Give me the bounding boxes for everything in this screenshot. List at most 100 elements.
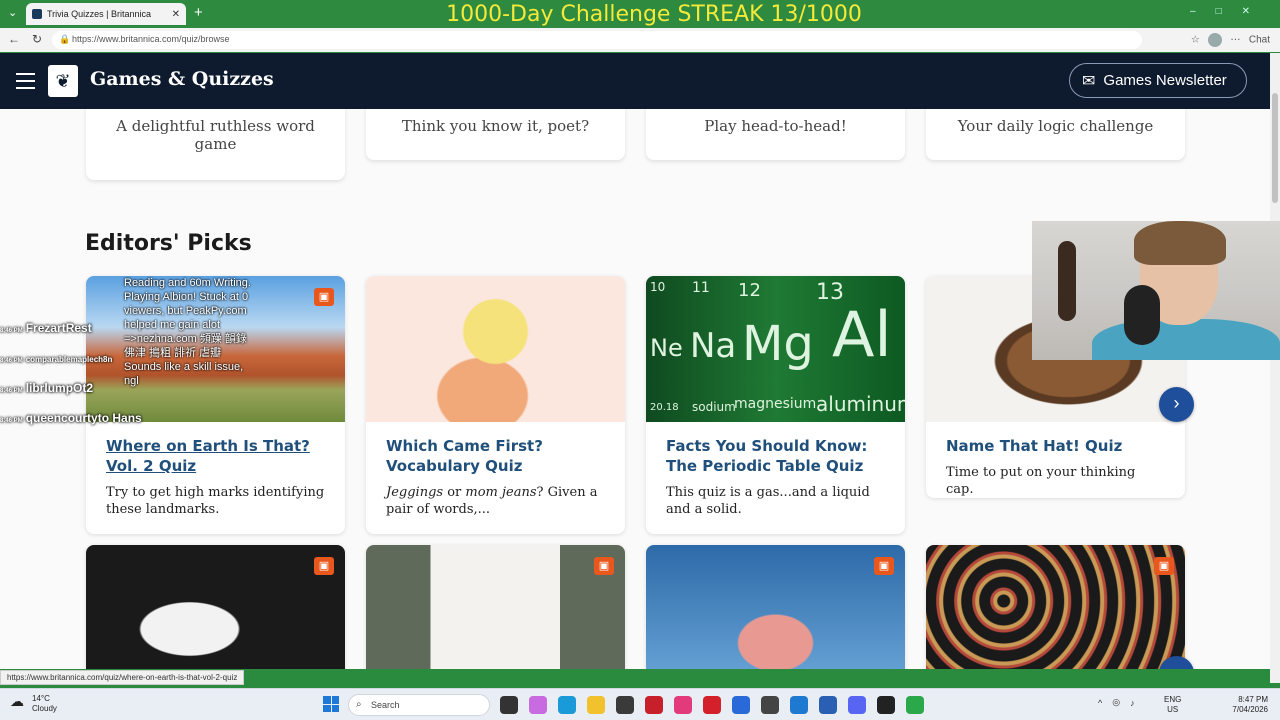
chevron-up-icon[interactable]: ^	[1098, 698, 1102, 708]
system-tray[interactable]: ^ ◎ ♪	[1098, 697, 1135, 708]
url-text: https://www.britannica.com/quiz/browse	[72, 34, 230, 44]
card-description: Jeggings or mom jeans? Given a pair of w…	[366, 476, 625, 532]
app-icon[interactable]	[761, 696, 779, 714]
card-description: Time to put on your thinking cap.	[946, 465, 1136, 497]
chat-message: 8:46 PM queencourtyto Hans	[0, 411, 142, 425]
image-icon: ▣	[874, 557, 894, 575]
element-symbol: Na	[690, 326, 737, 366]
copilot-icon[interactable]	[529, 696, 547, 714]
guitar-shape	[1058, 241, 1076, 321]
quiz-card[interactable]: ▣	[366, 545, 625, 669]
taskbar-search[interactable]: ⌕ Search	[348, 694, 490, 716]
top-card[interactable]: A delightful ruthless word game	[86, 109, 345, 180]
network-icon[interactable]: ◎	[1112, 697, 1120, 708]
language-indicator[interactable]: ENG US	[1164, 695, 1181, 715]
menu-dots-icon[interactable]: ⋯	[1231, 35, 1241, 46]
edge-icon[interactable]	[558, 696, 576, 714]
obs-icon[interactable]	[877, 696, 895, 714]
desc-italic-2: mom jeans	[465, 485, 537, 500]
person-shirt	[1092, 319, 1280, 360]
mcafee-icon[interactable]	[645, 696, 663, 714]
back-icon[interactable]: ←	[8, 32, 20, 46]
app-icon[interactable]	[790, 696, 808, 714]
chick-egg-image	[366, 276, 625, 422]
element-name: sodium	[692, 400, 736, 414]
card-title[interactable]: Which Came First? Vocabulary Quiz	[366, 422, 625, 476]
status-url-tooltip: https://www.britannica.com/quiz/where-on…	[0, 670, 245, 685]
card-title[interactable]: Facts You Should Know: The Periodic Tabl…	[646, 422, 905, 476]
quiz-card[interactable]: ▣	[646, 545, 905, 669]
site-title[interactable]: Games & Quizzes	[90, 68, 274, 90]
app-icon[interactable]	[906, 696, 924, 714]
outlook-icon[interactable]	[732, 696, 750, 714]
shuttlecock-image: ▣	[86, 545, 345, 669]
desc-italic-1: Jeggings	[386, 485, 444, 500]
windows-start-icon[interactable]	[323, 696, 339, 712]
image-icon: ▣	[594, 557, 614, 575]
quiz-card[interactable]: ▣	[926, 545, 1185, 669]
clock-time: 8:47 PM	[1238, 695, 1268, 704]
task-view-icon[interactable]	[500, 696, 518, 714]
element-name: 20.18	[650, 402, 679, 413]
window-controls[interactable]: –□✕	[1190, 6, 1270, 17]
chat-message: 8:46 PM comparablemaplech8n	[0, 355, 113, 364]
hamburger-menu-icon[interactable]	[16, 73, 35, 94]
favorites-icon[interactable]: ☆	[1191, 35, 1200, 46]
card-title[interactable]: Name That Hat! Quiz	[926, 422, 1185, 456]
top-card[interactable]: Your daily logic challenge	[926, 109, 1185, 160]
element-symbol: Mg	[742, 316, 814, 372]
streak-overlay-text: 1000-Day Challenge STREAK 13/1000	[446, 2, 862, 27]
file-explorer-icon[interactable]	[587, 696, 605, 714]
webcam-overlay	[1032, 221, 1280, 360]
copilot-chat-button[interactable]: Chat	[1249, 35, 1270, 46]
desc-mid: or	[443, 485, 466, 500]
store-icon[interactable]	[616, 696, 634, 714]
weather-widget[interactable]: ☁ 14°C Cloudy	[10, 694, 57, 714]
games-newsletter-button[interactable]: ✉ Games Newsletter	[1069, 63, 1247, 98]
card-description: Try to get high marks identifying these …	[106, 485, 325, 517]
cloud-icon: ☁	[10, 693, 24, 709]
lang-region: US	[1167, 705, 1179, 714]
top-card-text: Your daily logic challenge	[957, 117, 1154, 135]
app-icon[interactable]	[703, 696, 721, 714]
paisley-image: ▣	[926, 545, 1185, 669]
top-card[interactable]: Think you know it, poet?	[366, 109, 625, 160]
app-icon[interactable]	[674, 696, 692, 714]
digestive-system-image: ▣	[646, 545, 905, 669]
quiz-card-vocabulary[interactable]: Which Came First? Vocabulary Quiz Jeggin…	[366, 276, 625, 534]
taskbar-clock[interactable]: 8:47 PM 7/04/2026	[1230, 695, 1268, 715]
card-description: This quiz is a gas...and a liquid and a …	[666, 485, 870, 517]
refresh-icon[interactable]: ↻	[32, 32, 42, 46]
weather-temp: 14°C	[32, 694, 50, 703]
weather-condition: Cloudy	[32, 704, 57, 713]
mic-icon[interactable]: ♪	[1130, 698, 1135, 708]
image-icon: ▣	[1154, 557, 1174, 575]
top-card-text: Think you know it, poet?	[401, 117, 590, 135]
britannica-logo[interactable]: ❦	[48, 65, 78, 97]
page-scrollbar[interactable]	[1270, 53, 1280, 683]
element-number: 11	[692, 280, 710, 296]
image-icon: ▣	[314, 557, 334, 575]
image-icon: ▣	[314, 288, 334, 306]
quiz-card[interactable]: ▣	[86, 545, 345, 669]
search-icon: ⌕	[356, 699, 362, 710]
element-name: magnesium	[734, 396, 817, 412]
element-name: aluminum	[816, 392, 905, 416]
search-placeholder: Search	[371, 700, 400, 710]
address-bar-row: ← ↻ 🔒 https://www.britannica.com/quiz/br…	[0, 28, 1280, 52]
carousel-next-button[interactable]: ›	[1159, 387, 1194, 422]
lederhosen-image: ▣	[366, 545, 625, 669]
windows-taskbar: ☁ 14°C Cloudy ⌕ Search ^ ◎ ♪ ENG US 8:47…	[0, 688, 1280, 720]
top-card[interactable]: Play head-to-head!	[646, 109, 905, 160]
page-content: A delightful ruthless word game Think yo…	[0, 109, 1270, 669]
newsletter-label: Games Newsletter	[1103, 72, 1227, 89]
periodic-table-image: 10 Ne 20.18 11 Na sodium 12 Mg magnesium…	[646, 276, 905, 422]
word-icon[interactable]	[819, 696, 837, 714]
quiz-card-periodic-table[interactable]: 10 Ne 20.18 11 Na sodium 12 Mg magnesium…	[646, 276, 905, 534]
url-field[interactable]: 🔒 https://www.britannica.com/quiz/browse	[52, 31, 1142, 49]
discord-icon[interactable]	[848, 696, 866, 714]
stream-chat-overlay: 8:46 PM FrezartRest 8:46 PM comparablemapl…	[0, 321, 180, 441]
profile-avatar[interactable]	[1208, 33, 1223, 47]
newsletter-icon: ✉	[1082, 72, 1096, 90]
element-symbol: Al	[832, 298, 892, 371]
